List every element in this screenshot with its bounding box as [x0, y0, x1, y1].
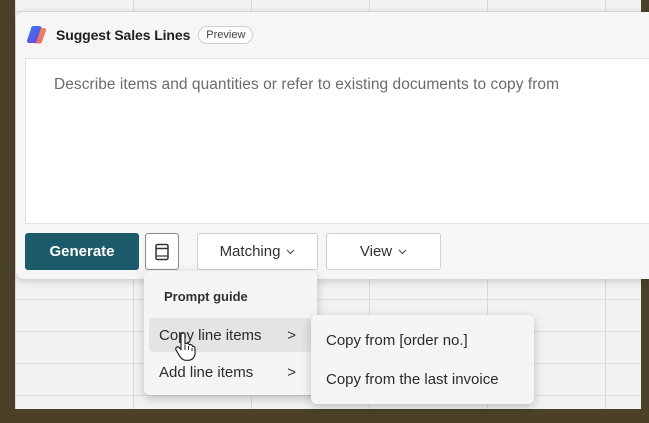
menu-item-add-line-items[interactable]: Add line items > — [149, 355, 312, 389]
matching-dropdown[interactable]: Matching — [197, 233, 318, 270]
chevron-down-icon — [286, 247, 295, 258]
panel-header: Suggest Sales Lines Preview — [26, 23, 254, 47]
screen-border-bottom — [0, 409, 649, 423]
prompt-placeholder: Describe items and quantities or refer t… — [54, 76, 560, 93]
view-label: View — [359, 243, 393, 260]
copy-line-items-submenu: Copy from [order no.] Copy from the last… — [311, 315, 534, 404]
screen-border-left — [0, 0, 15, 423]
preview-badge: Preview — [198, 26, 254, 44]
submenu-item-copy-from-order[interactable]: Copy from [order no.] — [317, 323, 528, 357]
submenu-item-copy-from-last-invoice[interactable]: Copy from the last invoice — [317, 362, 528, 396]
prompt-guide-book-icon — [155, 243, 169, 260]
screen: Suggest Sales Lines Preview Describe ite… — [0, 0, 649, 423]
copilot-logo-icon — [26, 26, 47, 44]
prompt-input[interactable]: Describe items and quantities or refer t… — [25, 58, 649, 224]
view-dropdown[interactable]: View — [326, 233, 441, 270]
generate-button[interactable]: Generate — [25, 233, 139, 270]
chevron-right-icon: > — [287, 363, 296, 381]
prompt-guide-menu: Prompt guide Copy line items > Add line … — [144, 271, 317, 395]
panel-title: Suggest Sales Lines — [56, 27, 191, 43]
suggest-sales-lines-panel: Suggest Sales Lines Preview Describe ite… — [16, 12, 649, 279]
chevron-right-icon: > — [287, 326, 296, 344]
prompt-guide-heading: Prompt guide — [164, 289, 248, 304]
menu-item-label: Add line items — [159, 363, 254, 381]
chevron-down-icon — [398, 247, 407, 258]
matching-label: Matching — [219, 243, 281, 260]
menu-item-copy-line-items[interactable]: Copy line items > — [149, 318, 312, 352]
prompt-guide-button[interactable] — [145, 233, 179, 270]
menu-item-label: Copy line items — [159, 326, 262, 344]
